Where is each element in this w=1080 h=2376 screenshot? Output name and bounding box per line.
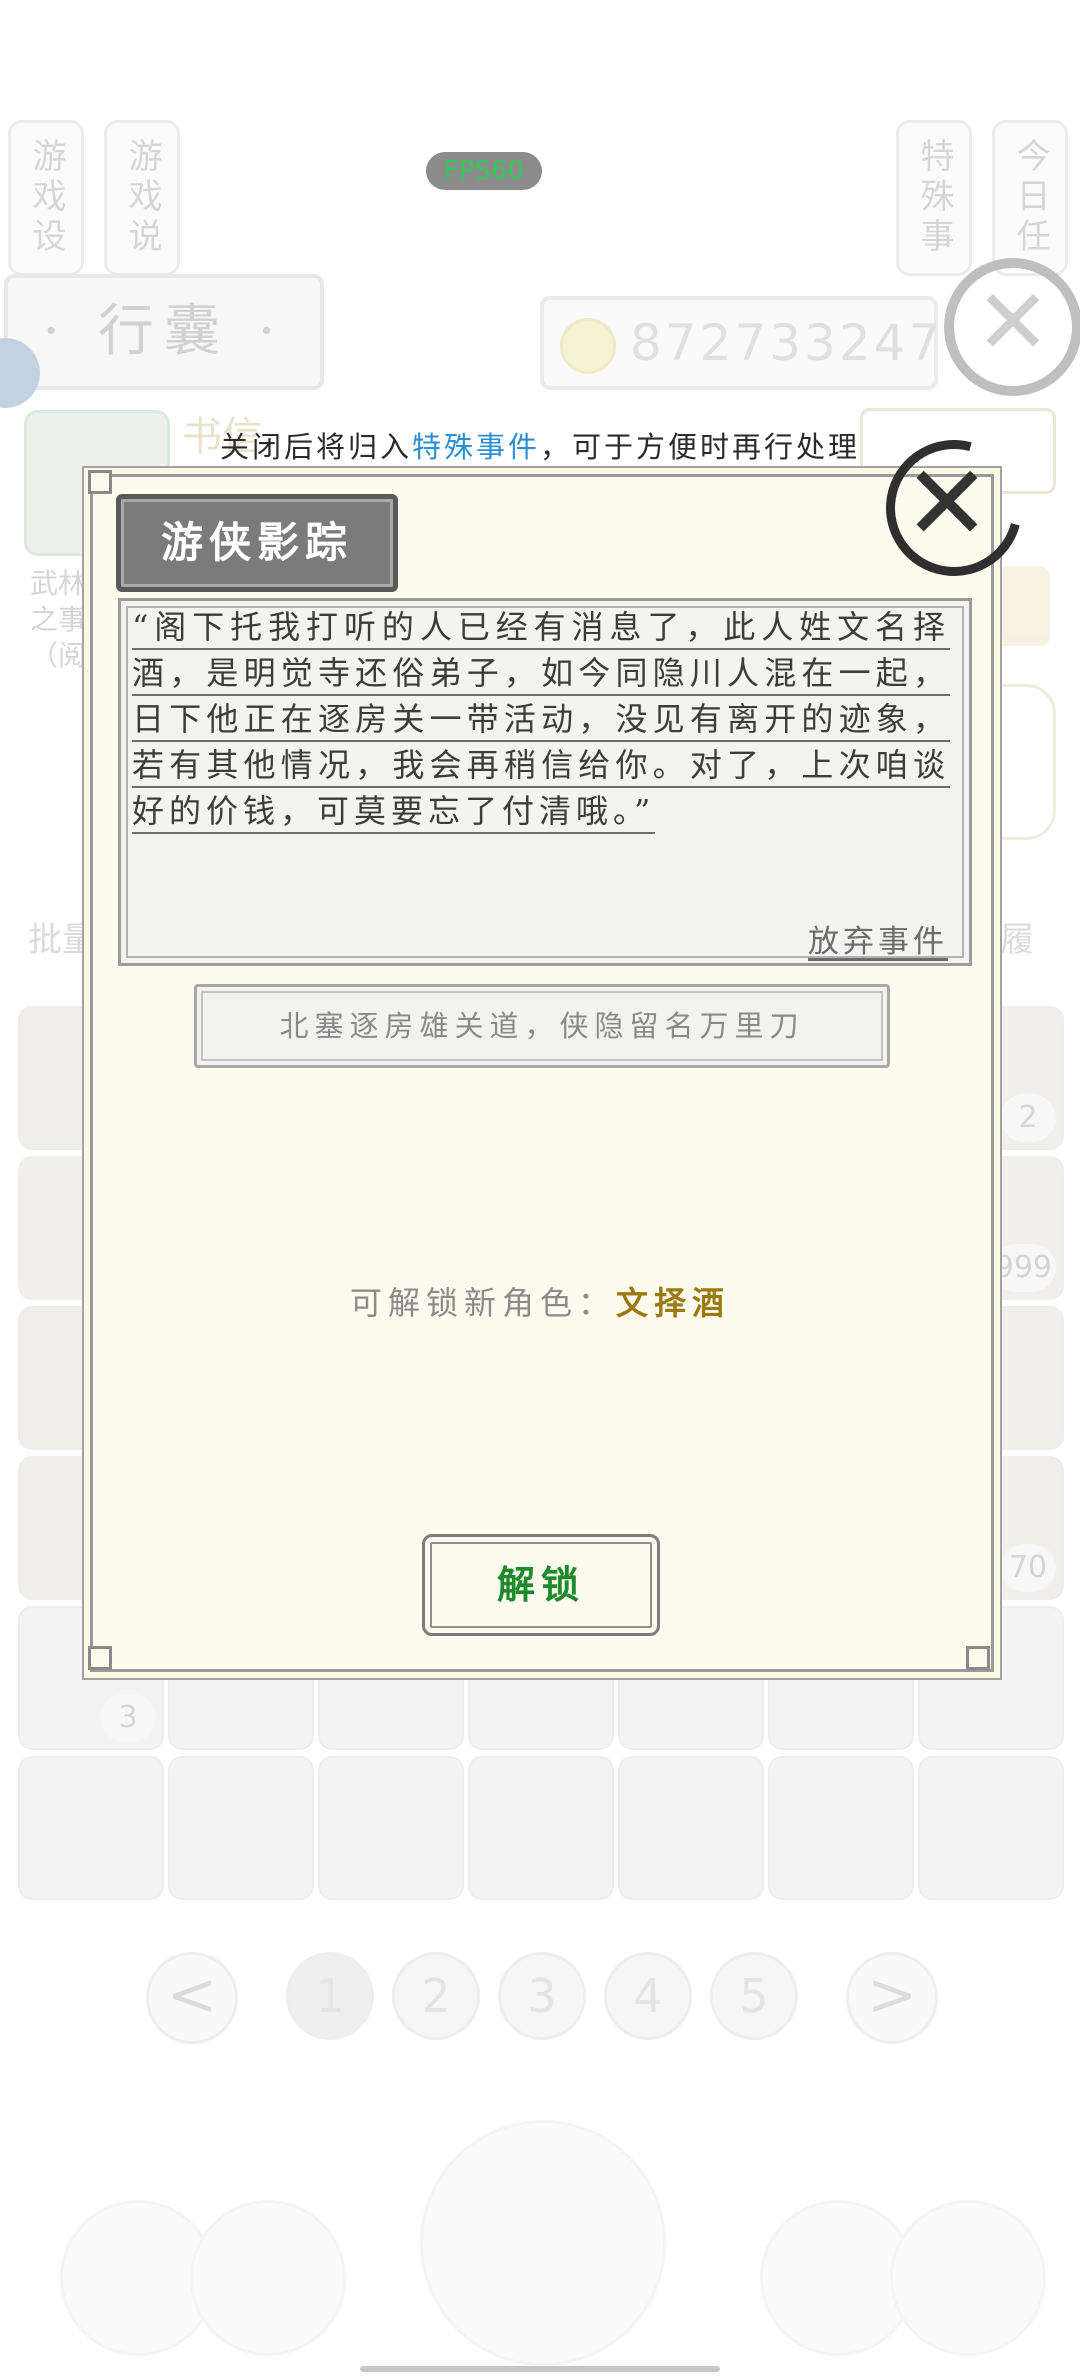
coin-icon xyxy=(560,318,616,374)
bottom-nav-main-button[interactable] xyxy=(420,2120,666,2366)
inventory-slot[interactable] xyxy=(168,1756,314,1900)
page-4-button[interactable]: 4 xyxy=(604,1952,692,2040)
bottom-nav-item[interactable] xyxy=(890,2200,1046,2356)
coin-value: 872733247 xyxy=(630,314,944,372)
tab-daily-tasks[interactable]: 今日任务 xyxy=(992,120,1068,276)
toolbar-right-label[interactable]: 履 xyxy=(1000,912,1034,961)
tab-game-settings[interactable]: 游戏设置 xyxy=(8,120,84,276)
bottom-nav-item[interactable] xyxy=(190,2200,346,2356)
prev-page-button[interactable]: < xyxy=(146,1952,238,2044)
event-title: 游侠影踪 xyxy=(116,494,398,592)
inventory-slot[interactable] xyxy=(918,1756,1064,1900)
tab-special-events[interactable]: 特殊事件 xyxy=(896,120,972,276)
tab-game-guide[interactable]: 游戏说明 xyxy=(104,120,180,276)
unlock-button[interactable]: 解锁 xyxy=(422,1534,660,1636)
home-indicator[interactable] xyxy=(360,2366,720,2372)
story-text: “阁下托我打听的人已经有消息了，此人姓文名择酒，是明觉寺还俗弟子，如今同隐川人混… xyxy=(132,604,950,834)
special-events-link: 特殊事件 xyxy=(411,430,540,464)
background-close-icon[interactable]: ✕ xyxy=(944,258,1080,396)
page-3-button[interactable]: 3 xyxy=(498,1952,586,2040)
bag-title: · 行囊 · xyxy=(4,274,324,390)
item-count-badge: 3 xyxy=(100,1694,156,1742)
next-page-button[interactable]: > xyxy=(846,1952,938,2044)
inventory-slot[interactable] xyxy=(618,1756,764,1900)
close-icon[interactable]: ✕ xyxy=(888,446,1006,564)
inventory-slot[interactable] xyxy=(468,1756,614,1900)
inventory-slot[interactable] xyxy=(768,1756,914,1900)
abandon-event-button[interactable]: 放弃事件 xyxy=(808,916,948,961)
coin-counter: 872733247 xyxy=(540,296,940,390)
dialog-corner xyxy=(966,1646,990,1670)
page-5-button[interactable]: 5 xyxy=(710,1952,798,2040)
page-1-button[interactable]: 1 xyxy=(286,1952,374,2040)
inventory-slot[interactable] xyxy=(18,1756,164,1900)
item-preview-hint: 武林 之事 （阅 xyxy=(30,567,87,672)
item-count-badge: 2 xyxy=(1000,1094,1056,1142)
page-2-button[interactable]: 2 xyxy=(392,1952,480,2040)
inventory-slot[interactable] xyxy=(318,1756,464,1900)
item-count-badge: 70 xyxy=(1000,1544,1056,1592)
fps-counter: FPS60 xyxy=(426,152,542,190)
batch-button-label[interactable]: 批量 xyxy=(28,912,96,961)
unlock-info: 可解锁新角色：文择酒 xyxy=(349,1284,731,1322)
dialog-corner xyxy=(88,1646,112,1670)
unlock-role-name: 文择酒 xyxy=(616,1284,731,1322)
event-subtitle: 北塞逐房雄关道，侠隐留名万里刀 xyxy=(194,984,890,1068)
dialog-corner xyxy=(88,470,112,494)
